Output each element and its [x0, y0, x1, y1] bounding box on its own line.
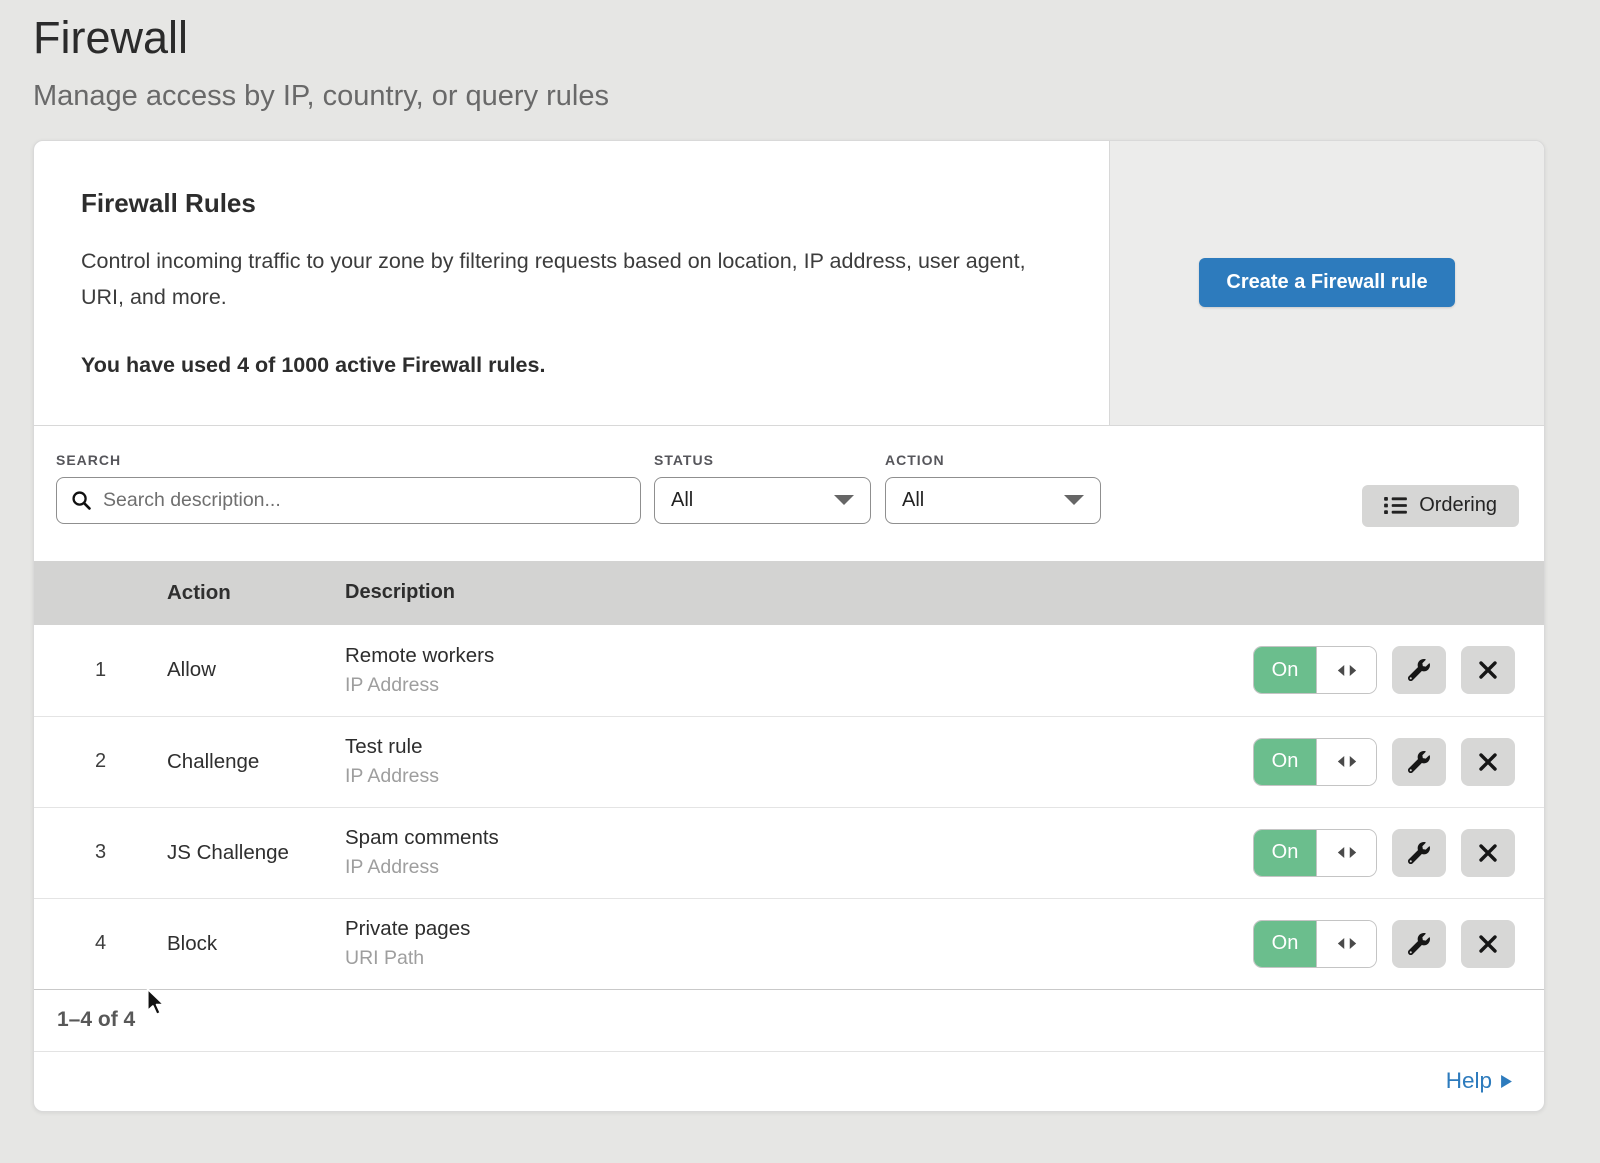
- rule-match-type: IP Address: [345, 674, 1252, 697]
- close-icon: [1478, 752, 1498, 772]
- rule-description: Private pages: [345, 917, 1252, 941]
- delete-rule-button[interactable]: [1461, 646, 1515, 694]
- edit-rule-button[interactable]: [1392, 829, 1446, 877]
- rule-description: Test rule: [345, 735, 1252, 759]
- wrench-icon: [1408, 842, 1430, 864]
- edit-rule-button[interactable]: [1392, 738, 1446, 786]
- ordering-button[interactable]: Ordering: [1362, 485, 1519, 527]
- toggle-on-label[interactable]: On: [1254, 739, 1316, 785]
- table-row: 2 Challenge Test rule IP Address On: [34, 716, 1544, 807]
- section-heading: Firewall Rules: [81, 188, 1069, 219]
- rule-description: Remote workers: [345, 644, 1252, 668]
- rule-description: Spam comments: [345, 826, 1252, 850]
- action-column-header: Action: [167, 581, 345, 605]
- rule-action: JS Challenge: [167, 841, 345, 865]
- rule-action: Block: [167, 932, 345, 956]
- search-icon: [71, 490, 92, 511]
- toggle-handle[interactable]: [1316, 647, 1376, 693]
- delete-rule-button[interactable]: [1461, 738, 1515, 786]
- toggle-handle[interactable]: [1316, 739, 1376, 785]
- rule-priority: 1: [34, 659, 167, 682]
- action-select[interactable]: All: [885, 477, 1101, 524]
- edit-rule-button[interactable]: [1392, 646, 1446, 694]
- create-firewall-rule-button[interactable]: Create a Firewall rule: [1199, 258, 1454, 307]
- search-box[interactable]: [56, 477, 641, 524]
- firewall-rules-card: Firewall Rules Control incoming traffic …: [33, 140, 1545, 1112]
- table-row: 3 JS Challenge Spam comments IP Address …: [34, 807, 1544, 898]
- intro-section: Firewall Rules Control incoming traffic …: [34, 141, 1544, 426]
- chevron-down-icon: [834, 495, 854, 505]
- toggle-arrows-icon: [1336, 663, 1358, 678]
- close-icon: [1478, 934, 1498, 954]
- action-selected-value: All: [902, 489, 924, 512]
- rule-enabled-toggle[interactable]: On: [1253, 646, 1377, 694]
- page-subtitle: Manage access by IP, country, or query r…: [33, 80, 1600, 113]
- status-select[interactable]: All: [654, 477, 871, 524]
- usage-summary: You have used 4 of 1000 active Firewall …: [81, 353, 1069, 378]
- help-link-label: Help: [1446, 1068, 1492, 1094]
- ordering-list-icon: [1384, 496, 1407, 515]
- rule-priority: 3: [34, 841, 167, 864]
- page-header: Firewall Manage access by IP, country, o…: [0, 0, 1600, 113]
- rule-enabled-toggle[interactable]: On: [1253, 920, 1377, 968]
- rule-match-type: IP Address: [345, 856, 1252, 879]
- card-footer: Help: [34, 1051, 1544, 1111]
- rule-enabled-toggle[interactable]: On: [1253, 738, 1377, 786]
- arrow-right-icon: [1501, 1075, 1512, 1088]
- rule-priority: 4: [34, 932, 167, 955]
- rule-enabled-toggle[interactable]: On: [1253, 829, 1377, 877]
- rules-table-header: Action Description: [34, 561, 1544, 625]
- wrench-icon: [1408, 659, 1430, 681]
- toggle-handle[interactable]: [1316, 830, 1376, 876]
- search-label: SEARCH: [56, 452, 641, 468]
- pagination-text: 1–4 of 4: [57, 1008, 135, 1032]
- toggle-on-label[interactable]: On: [1254, 647, 1316, 693]
- wrench-icon: [1408, 933, 1430, 955]
- edit-rule-button[interactable]: [1392, 920, 1446, 968]
- create-rule-panel: Create a Firewall rule: [1109, 141, 1544, 425]
- toggle-arrows-icon: [1336, 754, 1358, 769]
- action-label: ACTION: [885, 452, 1101, 468]
- help-link[interactable]: Help: [1446, 1068, 1512, 1094]
- wrench-icon: [1408, 751, 1430, 773]
- description-column-header: Description: [345, 581, 1252, 604]
- rule-action: Allow: [167, 658, 345, 682]
- chevron-down-icon: [1064, 495, 1084, 505]
- rule-action: Challenge: [167, 750, 345, 774]
- delete-rule-button[interactable]: [1461, 920, 1515, 968]
- toggle-on-label[interactable]: On: [1254, 830, 1316, 876]
- toggle-on-label[interactable]: On: [1254, 921, 1316, 967]
- table-row: 4 Block Private pages URI Path On: [34, 898, 1544, 989]
- delete-rule-button[interactable]: [1461, 829, 1515, 877]
- rules-table-body: 1 Allow Remote workers IP Address On: [34, 625, 1544, 989]
- ordering-button-label: Ordering: [1419, 494, 1497, 517]
- rule-priority: 2: [34, 750, 167, 773]
- rule-match-type: IP Address: [345, 765, 1252, 788]
- toggle-handle[interactable]: [1316, 921, 1376, 967]
- close-icon: [1478, 843, 1498, 863]
- section-description: Control incoming traffic to your zone by…: [81, 243, 1031, 315]
- status-selected-value: All: [671, 489, 693, 512]
- pagination-bar: 1–4 of 4: [34, 989, 1544, 1051]
- toggle-arrows-icon: [1336, 936, 1358, 951]
- status-label: STATUS: [654, 452, 871, 468]
- table-row: 1 Allow Remote workers IP Address On: [34, 625, 1544, 716]
- close-icon: [1478, 660, 1498, 680]
- page-title: Firewall: [33, 12, 1600, 64]
- rule-match-type: URI Path: [345, 947, 1252, 970]
- filters-bar: SEARCH STATUS All ACTION All: [34, 426, 1544, 561]
- search-input[interactable]: [103, 489, 626, 512]
- toggle-arrows-icon: [1336, 845, 1358, 860]
